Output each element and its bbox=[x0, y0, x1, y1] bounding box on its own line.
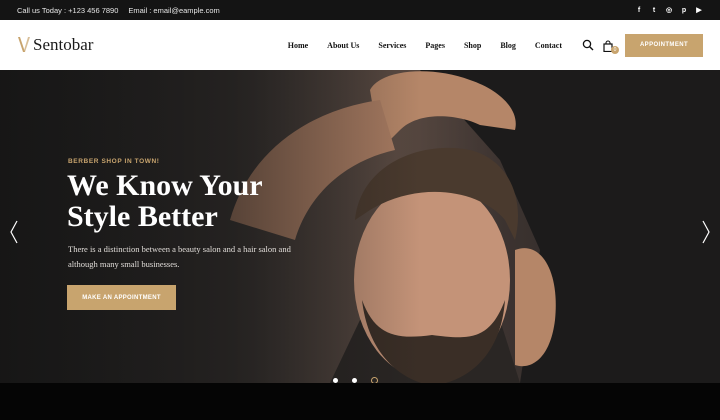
hero-slider: BERBER SHOP IN TOWN! We Know Your Style … bbox=[0, 70, 720, 383]
prev-slide-arrow-icon[interactable] bbox=[8, 218, 20, 246]
cart-count-badge: 0 bbox=[611, 46, 619, 54]
nav-pages[interactable]: Pages bbox=[425, 41, 445, 50]
appointment-button[interactable]: APPOINTMENT bbox=[625, 33, 703, 57]
top-info-bar: Call us Today : +123 456 7890 Email : em… bbox=[0, 0, 720, 20]
hero-description: There is a distinction between a beauty … bbox=[68, 244, 291, 269]
main-nav: Home About Us Services Pages Shop Blog C… bbox=[288, 41, 562, 50]
nav-home[interactable]: Home bbox=[288, 41, 308, 50]
nav-shop[interactable]: Shop bbox=[464, 41, 481, 50]
phone-text: Call us Today : +123 456 7890 bbox=[17, 5, 119, 15]
nav-about-us[interactable]: About Us bbox=[327, 41, 359, 50]
social-links: f t ◎ p ▶ bbox=[635, 6, 703, 15]
facebook-icon[interactable]: f bbox=[635, 7, 643, 14]
make-appointment-button[interactable]: MAKE AN APPOINTMENT bbox=[67, 285, 176, 310]
twitter-icon[interactable]: t bbox=[650, 7, 658, 14]
hero-kicker: BERBER SHOP IN TOWN! bbox=[68, 158, 160, 165]
nav-contact[interactable]: Contact bbox=[535, 41, 562, 50]
search-icon[interactable] bbox=[582, 39, 594, 51]
email-text: Email : email@eample.com bbox=[128, 5, 220, 15]
nav-blog[interactable]: Blog bbox=[500, 41, 516, 50]
hero-headline: We Know Your Style Better bbox=[67, 169, 263, 233]
cart-button[interactable]: 0 bbox=[602, 39, 619, 54]
header-icons: 0 bbox=[582, 39, 619, 54]
nav-services[interactable]: Services bbox=[378, 41, 406, 50]
next-slide-arrow-icon[interactable] bbox=[700, 218, 712, 246]
razor-logo-icon bbox=[18, 37, 30, 52]
pinterest-icon[interactable]: p bbox=[680, 7, 688, 14]
logo[interactable]: Sentobar bbox=[17, 35, 93, 55]
site-header: Sentobar Home About Us Services Pages Sh… bbox=[0, 20, 720, 70]
logo-text: Sentobar bbox=[33, 35, 94, 54]
instagram-icon[interactable]: ◎ bbox=[665, 6, 673, 14]
youtube-icon[interactable]: ▶ bbox=[695, 6, 703, 14]
contact-info: Call us Today : +123 456 7890 Email : em… bbox=[17, 6, 220, 15]
page-bottom-strip bbox=[0, 383, 720, 420]
